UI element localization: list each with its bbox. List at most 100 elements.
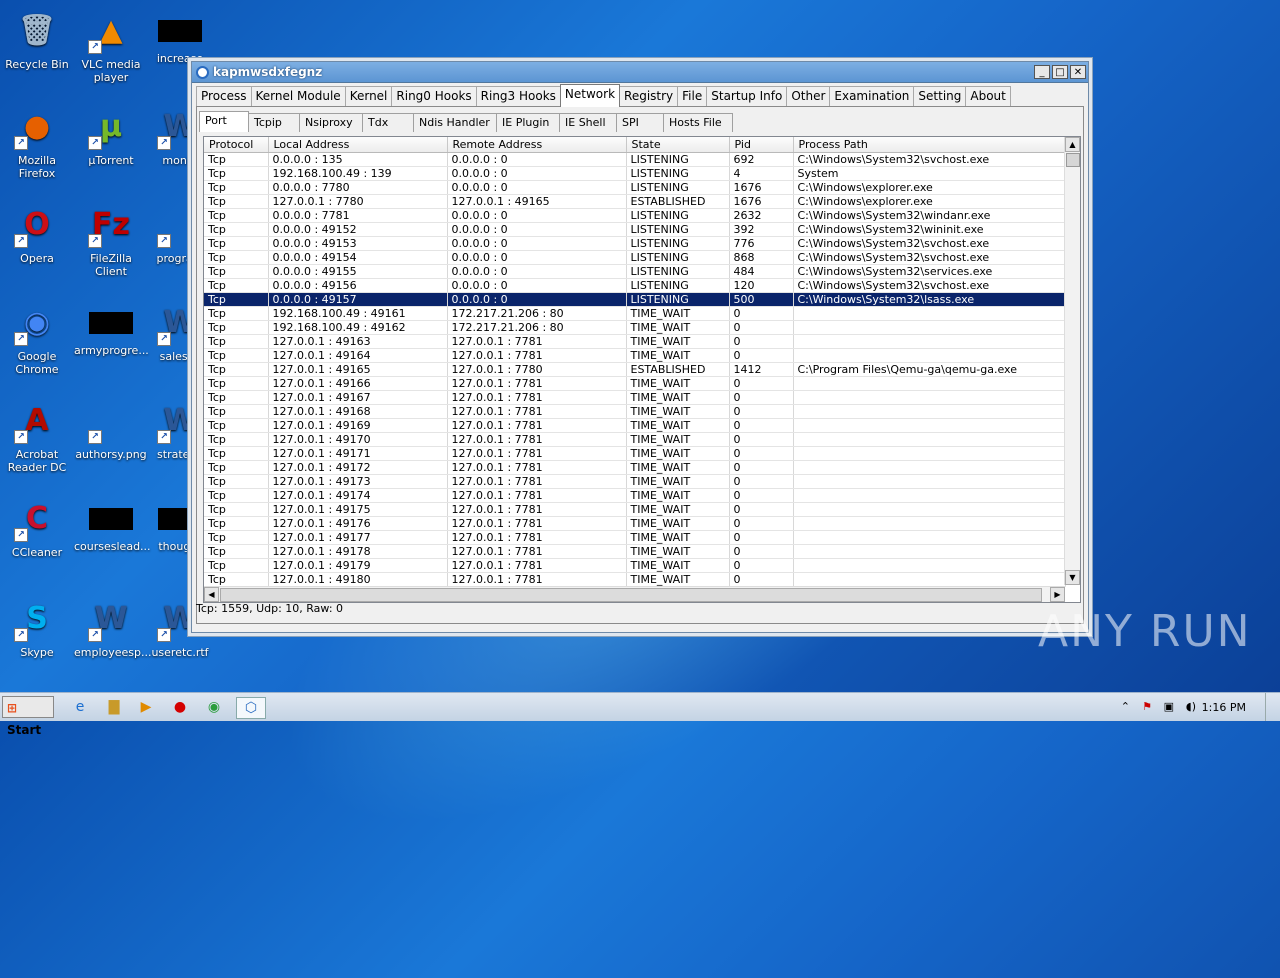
title-bar[interactable]: kapmwsdxfegnz _ □ ✕ [192,62,1088,83]
table-row[interactable]: Tcp 192.168.100.49 : 49161 172.217.21.206 … [204,306,1066,321]
table-row[interactable]: Tcp 0.0.0.0 : 49152 0.0.0.0 : 0 LISTENING 39… [204,222,1066,237]
subtab-port[interactable]: Port [199,111,249,132]
table-row[interactable]: Tcp 127.0.0.1 : 49172 127.0.0.1 : 7781 TIME… [204,460,1066,475]
desktop-icon-opera[interactable]: O ↗ Opera [0,202,74,265]
tab-process[interactable]: Process [196,86,252,106]
opera-icon[interactable]: ● [170,697,190,717]
media-player-icon[interactable]: ▶ [136,697,156,717]
table-row[interactable]: Tcp 127.0.0.1 : 49168 127.0.0.1 : 7781 TIME… [204,404,1066,419]
table-row[interactable]: Tcp 0.0.0.0 : 49155 0.0.0.0 : 0 LISTENING 48… [204,264,1066,279]
tab-kernel[interactable]: Kernel [344,86,393,106]
table-row[interactable]: Tcp 127.0.0.1 : 49166 127.0.0.1 : 7781 TIME… [204,376,1066,391]
table-row[interactable]: Tcp 0.0.0.0 : 49156 0.0.0.0 : 0 LISTENING 12… [204,278,1066,293]
table-row[interactable]: Tcp 127.0.0.1 : 49165 127.0.0.1 : 7780 ESTA… [204,362,1066,377]
tab-setting[interactable]: Setting [913,86,967,106]
app-taskbar-icon[interactable]: ⬡ [236,697,266,719]
tab-startup-info[interactable]: Startup Info [706,86,788,106]
desktop-icon-vlc[interactable]: ▲ ↗ VLC media player [74,8,148,84]
table-row[interactable]: Tcp 127.0.0.1 : 49171 127.0.0.1 : 7781 TIME… [204,446,1066,461]
scroll-right-icon[interactable]: ▶ [1050,587,1065,602]
desktop-icon-skype[interactable]: S ↗ Skype [0,596,74,659]
subtab-ie-plugin[interactable]: IE Plugin [496,113,560,132]
column-header-state[interactable]: State [626,137,730,153]
subtab-ndis-handler[interactable]: Ndis Handler [413,113,497,132]
column-header-protocol[interactable]: Protocol [204,137,269,153]
subtab-spi[interactable]: SPI [616,113,664,132]
minimize-button[interactable]: _ [1034,65,1050,79]
column-header-process-path[interactable]: Process Path [793,137,1066,153]
tab-ring3-hooks[interactable]: Ring3 Hooks [475,86,561,106]
desktop-icon-recycle-bin[interactable]: 🗑 Recycle Bin [0,8,74,71]
desktop-icon-employeesp[interactable]: W ↗ employeesp... [74,596,152,659]
subtab-tdx[interactable]: Tdx [362,113,414,132]
network-icon[interactable]: ▣ [1164,700,1174,713]
scroll-left-icon[interactable]: ◀ [204,587,219,602]
vertical-scrollbar[interactable]: ▲ ▼ [1064,137,1080,585]
table-row[interactable]: Tcp 127.0.0.1 : 49174 127.0.0.1 : 7781 TIME… [204,488,1066,503]
volume-icon[interactable]: ◖) [1186,700,1196,713]
table-row[interactable]: Tcp 127.0.0.1 : 49170 127.0.0.1 : 7781 TIME… [204,432,1066,447]
scroll-up-icon[interactable]: ▲ [1065,137,1080,152]
flag-icon[interactable]: ⚑ [1142,700,1152,713]
desktop-icon-increase[interactable]: increase [143,8,217,65]
desktop-icon-authorsy[interactable]: ↗ authorsy.png [74,398,148,461]
table-row[interactable]: Tcp 127.0.0.1 : 49177 127.0.0.1 : 7781 TIME… [204,530,1066,545]
subtab-nsiproxy[interactable]: Nsiproxy [299,113,363,132]
desktop-icon-acrobat[interactable]: A ↗ Acrobat Reader DC [0,398,74,474]
table-row[interactable]: Tcp 192.168.100.49 : 139 0.0.0.0 : 0 LISTEN… [204,166,1066,181]
tray-arrow-icon[interactable]: ⌃ [1121,700,1130,713]
show-desktop-button[interactable] [1265,693,1280,721]
close-button[interactable]: ✕ [1070,65,1086,79]
desktop-icon-filezilla[interactable]: Fz ↗ FileZilla Client [74,202,148,278]
column-header-local-address[interactable]: Local Address [268,137,448,153]
column-header-pid[interactable]: Pid [729,137,794,153]
subtab-tcpip[interactable]: Tcpip [248,113,300,132]
desktop-icon-chrome[interactable]: ◉ ↗ Google Chrome [0,300,74,376]
desktop-icon-courseslead[interactable]: courseslead... [74,496,151,553]
port-list[interactable]: Protocol Local Address Remote Address State… [203,136,1081,603]
table-row[interactable]: Tcp 127.0.0.1 : 49163 127.0.0.1 : 7781 TIME… [204,334,1066,349]
chrome-icon[interactable]: ◉ [204,697,224,717]
table-row[interactable]: Tcp 0.0.0.0 : 49157 0.0.0.0 : 0 LISTENING 50… [204,292,1066,307]
table-row[interactable]: Tcp 127.0.0.1 : 49169 127.0.0.1 : 7781 TIME… [204,418,1066,433]
tab-file[interactable]: File [677,86,708,106]
tab-kernel-module[interactable]: Kernel Module [250,86,346,106]
tab-network[interactable]: Network [559,84,621,107]
table-row[interactable]: Tcp 127.0.0.1 : 49167 127.0.0.1 : 7781 TIME… [204,390,1066,405]
scroll-down-icon[interactable]: ▼ [1065,570,1080,585]
table-row[interactable]: Tcp 127.0.0.1 : 49173 127.0.0.1 : 7781 TIME… [204,474,1066,489]
tab-examination[interactable]: Examination [829,86,915,106]
table-row[interactable]: Tcp 127.0.0.1 : 7780 127.0.0.1 : 49165 ESTA… [204,194,1066,209]
subtab-hosts-file[interactable]: Hosts File [663,113,733,132]
table-row[interactable]: Tcp 0.0.0.0 : 7780 0.0.0.0 : 0 LISTENING 167… [204,180,1066,195]
table-row[interactable]: Tcp 127.0.0.1 : 49180 127.0.0.1 : 7781 TIME… [204,572,1066,587]
hscroll-thumb[interactable] [220,588,1042,602]
table-row[interactable]: Tcp 0.0.0.0 : 135 0.0.0.0 : 0 LISTENING 692 C… [204,152,1066,167]
desktop-icon-utorrent[interactable]: µ ↗ µTorrent [74,104,148,167]
table-row[interactable]: Tcp 127.0.0.1 : 49179 127.0.0.1 : 7781 TIME… [204,558,1066,573]
desktop-icon-ccleaner[interactable]: C ↗ CCleaner [0,496,74,559]
tab-other[interactable]: Other [786,86,831,106]
maximize-button[interactable]: □ [1052,65,1068,79]
ie-icon[interactable]: e [70,697,90,717]
desktop-icon-armyprogre[interactable]: armyprogre... [74,300,149,357]
table-row[interactable]: Tcp 127.0.0.1 : 49178 127.0.0.1 : 7781 TIME… [204,544,1066,559]
tab-registry[interactable]: Registry [619,86,679,106]
table-row[interactable]: Tcp 127.0.0.1 : 49176 127.0.0.1 : 7781 TIME… [204,516,1066,531]
tab-about[interactable]: About [965,86,1011,106]
table-row[interactable]: Tcp 127.0.0.1 : 49175 127.0.0.1 : 7781 TIME… [204,502,1066,517]
table-row[interactable]: Tcp 192.168.100.49 : 49162 172.217.21.206 … [204,320,1066,335]
scroll-thumb[interactable] [1066,153,1080,167]
table-row[interactable]: Tcp 0.0.0.0 : 49153 0.0.0.0 : 0 LISTENING 77… [204,236,1066,251]
desktop-icon-firefox[interactable]: ● ↗ Mozilla Firefox [0,104,74,180]
table-row[interactable]: Tcp 0.0.0.0 : 49154 0.0.0.0 : 0 LISTENING 86… [204,250,1066,265]
subtab-ie-shell[interactable]: IE Shell [559,113,617,132]
table-row[interactable]: Tcp 127.0.0.1 : 49164 127.0.0.1 : 7781 TIME… [204,348,1066,363]
clock[interactable]: 1:16 PM [1202,701,1246,714]
horizontal-scrollbar[interactable]: ◀ ▶ [204,586,1065,602]
table-row[interactable]: Tcp 0.0.0.0 : 7781 0.0.0.0 : 0 LISTENING 263… [204,208,1066,223]
column-header-remote-address[interactable]: Remote Address [447,137,627,153]
folder-icon[interactable]: ▇ [104,697,124,717]
tab-ring0-hooks[interactable]: Ring0 Hooks [391,86,477,106]
start-button[interactable]: ⊞ Start [2,696,54,737]
